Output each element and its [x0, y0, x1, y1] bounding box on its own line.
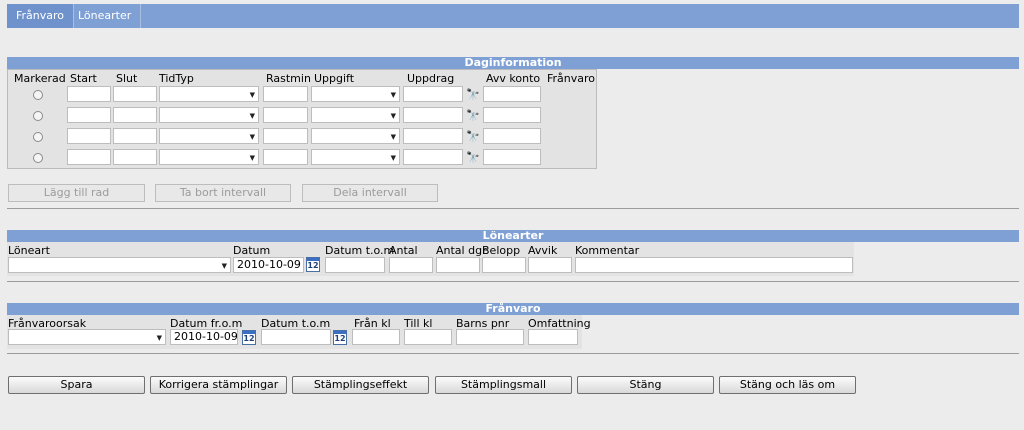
- uppgift-select[interactable]: [311, 107, 400, 123]
- col-kommentar: Kommentar: [575, 244, 640, 257]
- franvaroorsak-select[interactable]: [8, 329, 166, 345]
- tidtyp-select[interactable]: [159, 149, 259, 165]
- save-button[interactable]: Spara: [8, 376, 145, 394]
- col-datum-tom: Datum t.o.m: [325, 244, 395, 257]
- row-select-radio[interactable]: [33, 132, 43, 142]
- calendar-icon[interactable]: 12: [242, 330, 256, 345]
- omfattning-input[interactable]: [528, 329, 578, 345]
- binoculars-search-icon[interactable]: 🔭: [466, 109, 480, 122]
- rastmin-input[interactable]: [263, 107, 308, 123]
- col-uppdrag: Uppdrag: [407, 72, 455, 85]
- datum-from-input[interactable]: 2010-10-09: [170, 329, 238, 345]
- close-button[interactable]: Stäng: [577, 376, 714, 394]
- datum-input[interactable]: 2010-10-09: [233, 257, 304, 273]
- binoculars-search-icon[interactable]: 🔭: [466, 130, 480, 143]
- loneart-select[interactable]: [8, 257, 231, 273]
- start-input[interactable]: [67, 128, 111, 144]
- binoculars-search-icon[interactable]: 🔭: [466, 151, 480, 164]
- antal-input[interactable]: [389, 257, 433, 273]
- start-input[interactable]: [67, 149, 111, 165]
- avv-konto-input[interactable]: [483, 86, 541, 102]
- avvik-input[interactable]: [528, 257, 572, 273]
- tidtyp-select[interactable]: [159, 86, 259, 102]
- slut-input[interactable]: [113, 149, 157, 165]
- slut-input[interactable]: [113, 128, 157, 144]
- col-loneart: Löneart: [8, 244, 50, 257]
- remove-interval-button[interactable]: Ta bort intervall: [155, 184, 291, 202]
- till-kl-input[interactable]: [404, 329, 452, 345]
- col-uppgift: Uppgift: [314, 72, 355, 85]
- uppdrag-input[interactable]: [403, 107, 463, 123]
- start-input[interactable]: [67, 86, 111, 102]
- uppdrag-input[interactable]: [403, 149, 463, 165]
- barns-pnr-input[interactable]: [456, 329, 524, 345]
- stamp-effect-button[interactable]: Stämplingseffekt: [292, 376, 429, 394]
- antal-dgr-input[interactable]: [436, 257, 480, 273]
- close-and-reload-button[interactable]: Stäng och läs om: [719, 376, 856, 394]
- split-interval-button[interactable]: Dela intervall: [302, 184, 438, 202]
- tab-lonearter[interactable]: Lönearter: [69, 4, 142, 28]
- avv-konto-input[interactable]: [483, 107, 541, 123]
- top-tab-bar: Frånvaro Lönearter: [7, 4, 1019, 28]
- slut-input[interactable]: [113, 86, 157, 102]
- stamp-template-button[interactable]: Stämplingsmall: [435, 376, 572, 394]
- rastmin-input[interactable]: [263, 128, 308, 144]
- row-select-radio[interactable]: [33, 111, 43, 121]
- calendar-icon[interactable]: 12: [333, 330, 347, 345]
- col-antal-dgr: Antal dgr: [436, 244, 487, 257]
- correct-stamps-button[interactable]: Korrigera stämplingar: [150, 376, 287, 394]
- start-input[interactable]: [67, 107, 111, 123]
- datum-tom-input[interactable]: [261, 329, 331, 345]
- binoculars-search-icon[interactable]: 🔭: [466, 88, 480, 101]
- col-avvik: Avvik: [528, 244, 558, 257]
- belopp-input[interactable]: [482, 257, 526, 273]
- fran-kl-input[interactable]: [352, 329, 400, 345]
- tab-franvaro[interactable]: Frånvaro: [7, 4, 75, 28]
- kommentar-input[interactable]: [575, 257, 853, 273]
- rastmin-input[interactable]: [263, 149, 308, 165]
- uppdrag-input[interactable]: [403, 128, 463, 144]
- lonearter-section-title: Lönearter: [7, 230, 1019, 242]
- slut-input[interactable]: [113, 107, 157, 123]
- row-select-radio[interactable]: [33, 153, 43, 163]
- daginfo-section-title: Daginformation: [7, 57, 1019, 69]
- divider: [7, 281, 1019, 282]
- calendar-icon[interactable]: 12: [306, 257, 320, 272]
- col-franvaro: Frånvaro: [547, 72, 596, 85]
- col-markerad: Markerad: [14, 72, 66, 85]
- col-rastmin: Rastmin: [266, 72, 311, 85]
- col-antal: Antal: [389, 244, 418, 257]
- col-tidtyp: TidTyp: [159, 72, 194, 85]
- uppgift-select[interactable]: [311, 128, 400, 144]
- col-start: Start: [70, 72, 97, 85]
- tidtyp-select[interactable]: [159, 107, 259, 123]
- rastmin-input[interactable]: [263, 86, 308, 102]
- col-datum: Datum: [233, 244, 271, 257]
- row-select-radio[interactable]: [33, 90, 43, 100]
- add-row-button[interactable]: Lägg till rad: [8, 184, 145, 202]
- uppgift-select[interactable]: [311, 149, 400, 165]
- col-belopp: Belopp: [482, 244, 521, 257]
- divider: [7, 353, 1019, 354]
- uppdrag-input[interactable]: [403, 86, 463, 102]
- tidtyp-select[interactable]: [159, 128, 259, 144]
- col-slut: Slut: [116, 72, 138, 85]
- datum-tom-input[interactable]: [325, 257, 385, 273]
- avv-konto-input[interactable]: [483, 149, 541, 165]
- divider: [7, 208, 1019, 209]
- uppgift-select[interactable]: [311, 86, 400, 102]
- avv-konto-input[interactable]: [483, 128, 541, 144]
- franvaro-section-title: Frånvaro: [7, 303, 1019, 315]
- col-avv-konto: Avv konto: [486, 72, 541, 85]
